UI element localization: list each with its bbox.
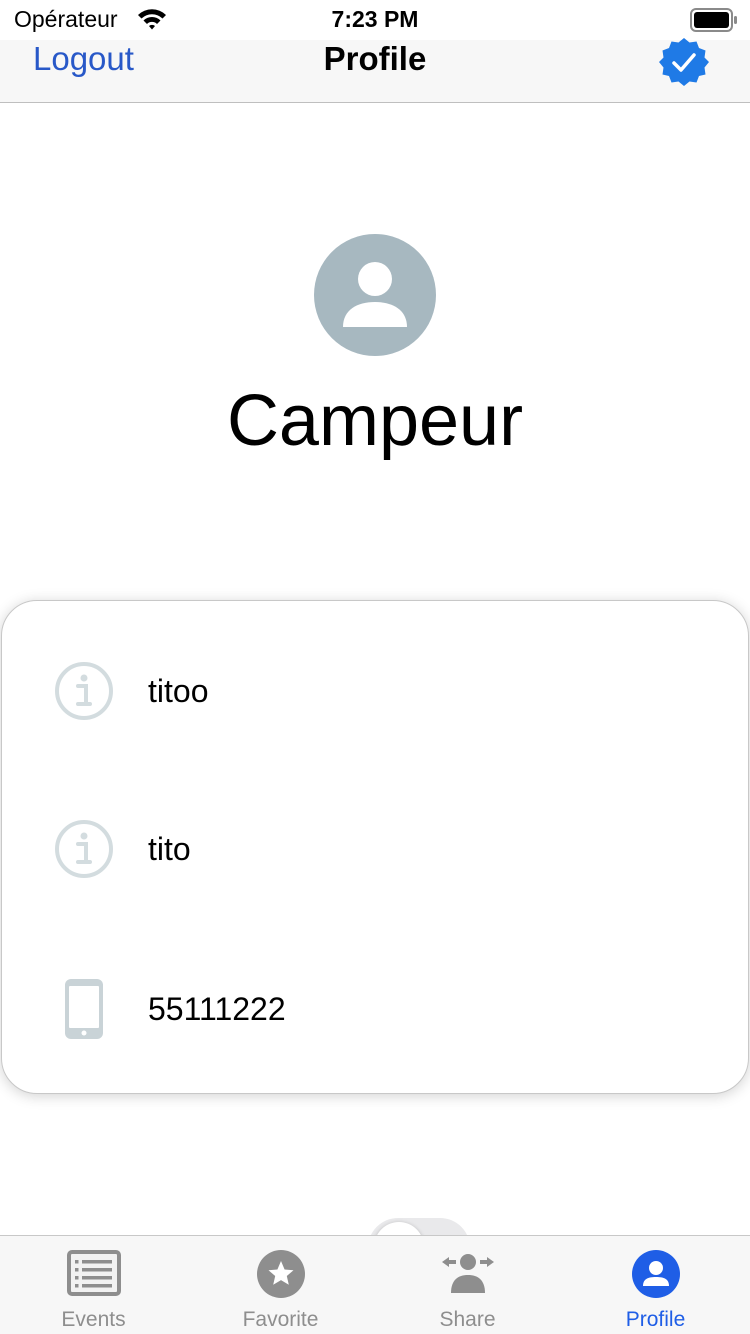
status-time: 7:23 PM — [331, 6, 419, 32]
star-icon — [256, 1250, 305, 1298]
profile-name: Campeur — [226, 381, 524, 461]
tab-share[interactable]: Share — [374, 1236, 561, 1334]
page-title: Profile — [323, 40, 427, 77]
profile-info-card: titoo tito 55111222 — [1, 600, 749, 1094]
tab-label: Share — [439, 1308, 496, 1331]
battery-icon — [690, 8, 737, 32]
tab-events[interactable]: Events — [0, 1236, 187, 1334]
info-row-value: tito — [148, 831, 191, 867]
avatar — [314, 234, 436, 356]
status-bar: Opérateur 7:23 PM — [0, 0, 750, 40]
verified-badge-icon[interactable] — [658, 36, 710, 88]
info-row-value: 55111222 — [148, 991, 286, 1027]
navigation-bar: Logout Profile — [0, 38, 750, 103]
list-icon — [66, 1250, 121, 1296]
person-icon — [343, 262, 407, 327]
info-row-value: titoo — [148, 673, 209, 709]
info-row-phone: 55111222 — [2, 967, 748, 1047]
tab-profile[interactable]: Profile — [562, 1236, 749, 1334]
tab-favorite[interactable]: Favorite — [187, 1236, 374, 1334]
info-icon — [55, 662, 113, 720]
info-row-second: tito — [2, 807, 748, 887]
profile-icon — [631, 1250, 680, 1298]
share-person-icon — [441, 1254, 494, 1293]
tab-label: Favorite — [242, 1308, 319, 1331]
tab-label: Events — [61, 1308, 126, 1331]
info-row-first: titoo — [2, 649, 748, 729]
phone-icon — [65, 979, 103, 1039]
tab-label: Profile — [625, 1308, 686, 1331]
tab-bar: Events Favorite Share Profile — [0, 1235, 750, 1334]
info-icon — [55, 820, 113, 878]
